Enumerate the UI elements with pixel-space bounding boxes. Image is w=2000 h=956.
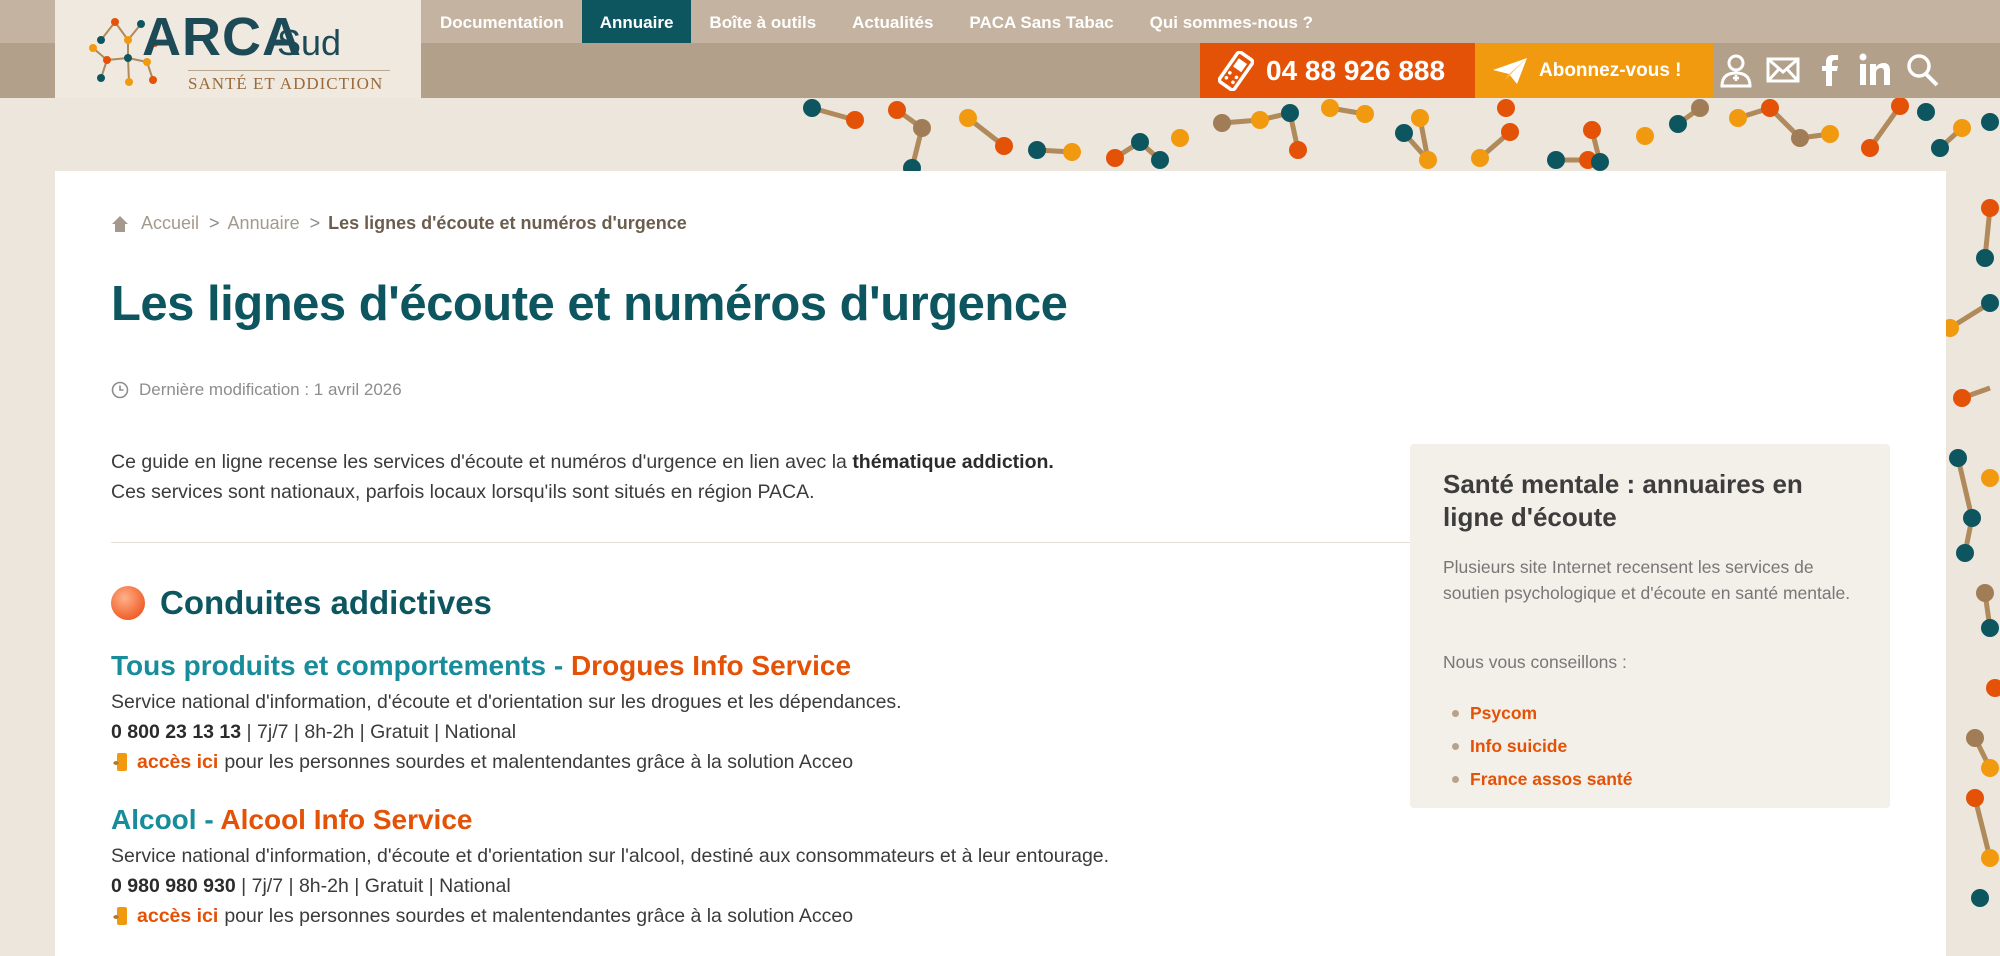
entry-title: Tous produits et comportements - Drogues… (111, 649, 1411, 683)
sidebar-links: Psycom Info suicide France assos santé (1443, 697, 1632, 796)
sidebar-link-info-suicide[interactable]: Info suicide (1443, 730, 1632, 763)
deaf-access-icon (113, 753, 127, 771)
acceo-link[interactable]: accès ici (137, 901, 218, 931)
intro-line1-bold: thématique addiction. (852, 451, 1054, 473)
logo-tagline: SANTÉ ET ADDICTION (188, 74, 384, 93)
site-logo[interactable]: ARCA Sud SANTÉ ET ADDICTION (55, 0, 421, 98)
sidebar-text: Plusieurs site Internet recensent les se… (1443, 557, 1851, 603)
nav-actualites[interactable]: Actualités (834, 0, 951, 43)
section-conduites-addictives: Conduites addictives (111, 584, 492, 622)
page-title: Les lignes d'écoute et numéros d'urgence (111, 277, 1068, 331)
logo-divider (188, 70, 390, 71)
sidebar-advice: Nous vous conseillons : (1443, 652, 1627, 672)
entry-acceo: accès ici pour les personnes sourdes et … (111, 747, 1411, 777)
nav-qui-sommes-nous[interactable]: Qui sommes-nous ? (1132, 0, 1331, 43)
breadcrumb: Accueil > Annuaire > Les lignes d'écoute… (111, 213, 687, 234)
breadcrumb-separator: > (209, 213, 220, 233)
entry-phone-number: 0 800 23 13 13 (111, 721, 242, 743)
last-modified-text: Dernière modification : 1 avril 2026 (139, 380, 402, 399)
paper-plane-icon (1493, 57, 1527, 84)
subscribe-button[interactable]: Abonnez-vous ! (1475, 43, 1714, 98)
entry-description: Service national d'information, d'écoute… (111, 691, 902, 713)
clock-icon (111, 381, 129, 399)
sidebar-link-france-assos-sante[interactable]: France assos santé (1443, 763, 1632, 796)
logo-suffix: Sud (277, 22, 342, 63)
breadcrumb-annuaire[interactable]: Annuaire (228, 213, 300, 234)
entry-description: Service national d'information, d'écoute… (111, 845, 1110, 867)
entry-phone: 0 800 23 13 13 | 7j/7 | 8h-2h | Gratuit … (111, 717, 1411, 747)
subscribe-label: Abonnez-vous ! (1539, 59, 1682, 81)
nav-documentation[interactable]: Documentation (422, 0, 582, 43)
linkedin-icon[interactable] (1857, 52, 1893, 88)
phone-icon (1218, 50, 1254, 91)
phone-number: 04 88 926 888 (1266, 54, 1446, 86)
mail-icon[interactable] (1765, 52, 1801, 88)
main-nav: Documentation Annuaire Boîte à outils Ac… (422, 0, 1331, 43)
search-icon[interactable] (1904, 52, 1940, 88)
acceo-text: pour les personnes sourdes et malentenda… (224, 751, 854, 773)
deaf-access-icon (113, 907, 127, 925)
list-item: Tous produits et comportements - Drogues… (111, 649, 1411, 777)
intro-text: Ce guide en ligne recense les services d… (111, 447, 1411, 507)
user-doctor-icon[interactable] (1718, 52, 1754, 88)
nav-paca-sans-tabac[interactable]: PACA Sans Tabac (951, 0, 1131, 43)
main-content: Accueil > Annuaire > Les lignes d'écoute… (55, 171, 1946, 956)
sidebar-title: Santé mentale : annuaires en ligne d'éco… (1443, 469, 1803, 532)
entry-category: Alcool - (111, 804, 221, 835)
phone-button[interactable]: 04 88 926 888 (1200, 43, 1475, 98)
nav-boite-a-outils[interactable]: Boîte à outils (691, 0, 834, 43)
entry-service-link[interactable]: Drogues Info Service (571, 650, 851, 681)
section-divider (111, 542, 1411, 543)
acceo-text: pour les personnes sourdes et malentenda… (224, 905, 854, 927)
orange-dot-icon (111, 586, 145, 620)
entry-category: Tous produits et comportements - (111, 650, 571, 681)
sidebar-link-psycom[interactable]: Psycom (1443, 697, 1632, 730)
entry-phone-number: 0 980 980 930 (111, 875, 236, 897)
entry-title: Alcool - Alcool Info Service (111, 803, 1411, 837)
entry-phone-details: | 7j/7 | 8h-2h | Gratuit | National (241, 721, 517, 743)
home-icon[interactable] (111, 215, 129, 233)
entry-phone-details: | 7j/7 | 8h-2h | Gratuit | National (235, 875, 511, 897)
entry-phone: 0 980 980 930 | 7j/7 | 8h-2h | Gratuit |… (111, 871, 1411, 901)
entry-acceo: accès ici pour les personnes sourdes et … (111, 901, 1411, 931)
section-title-text: Conduites addictives (160, 584, 492, 621)
nav-annuaire[interactable]: Annuaire (581, 0, 692, 43)
sidebar-mental-health: Santé mentale : annuaires en ligne d'éco… (1410, 444, 1890, 808)
list-item: Alcool - Alcool Info Service Service nat… (111, 803, 1411, 931)
breadcrumb-separator: > (309, 213, 321, 233)
intro-line1: Ce guide en ligne recense les services d… (111, 451, 853, 473)
intro-line2: Ces services sont nationaux, parfois loc… (111, 481, 815, 503)
facebook-icon[interactable] (1812, 52, 1848, 88)
breadcrumb-current: Les lignes d'écoute et numéros d'urgence (328, 213, 687, 233)
entry-service-link[interactable]: Alcool Info Service (220, 804, 472, 835)
acceo-link[interactable]: accès ici (137, 747, 218, 777)
last-modified: Dernière modification : 1 avril 2026 (111, 380, 402, 400)
breadcrumb-home[interactable]: Accueil (141, 213, 199, 234)
